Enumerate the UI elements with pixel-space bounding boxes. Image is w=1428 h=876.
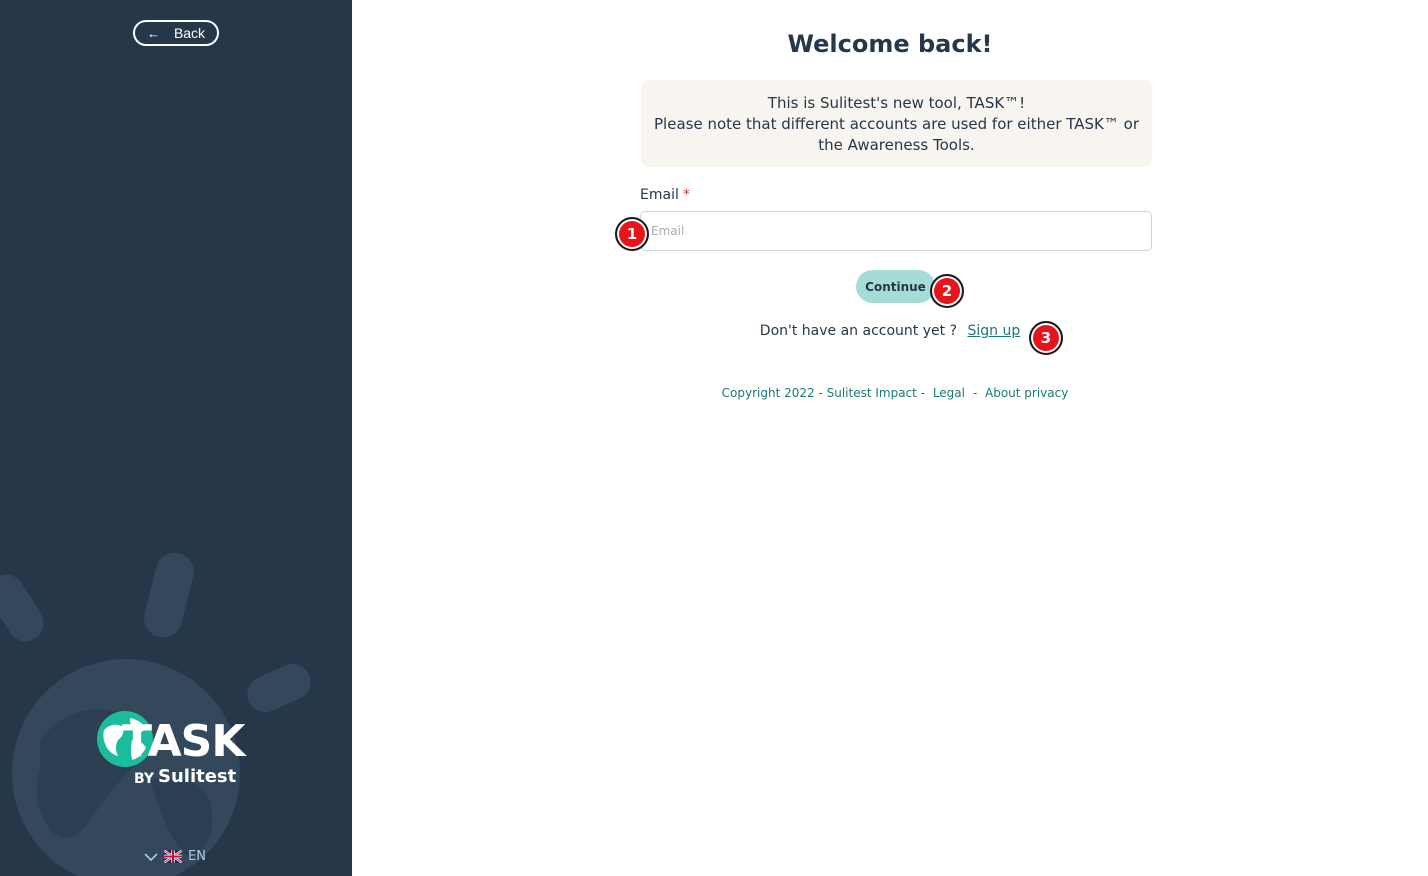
signup-row: Don't have an account yet ? Sign up: [352, 323, 1428, 339]
notice-line-2: Please note that different accounts are …: [654, 115, 1139, 154]
continue-button[interactable]: Continue: [856, 270, 935, 303]
required-mark: *: [682, 187, 690, 203]
language-code: EN: [188, 849, 206, 864]
logo-wordmark: TASK: [122, 716, 245, 767]
back-button[interactable]: ← Back: [133, 20, 219, 46]
notice-line-1: This is Sulitest's new tool, TASK™!: [767, 94, 1026, 112]
uk-flag-icon: [164, 850, 182, 863]
footer-separator: -: [972, 386, 978, 400]
chevron-down-icon: [144, 852, 158, 861]
marker-3: 3: [1029, 321, 1063, 355]
footer: Copyright 2022 - Sulitest Impact - Legal…: [352, 386, 1428, 400]
sidebar: ← Back TASK BY Sulitest EN: [0, 0, 352, 876]
language-selector[interactable]: EN: [144, 849, 206, 864]
email-label-text: Email: [640, 187, 679, 203]
back-label: Back: [173, 25, 206, 41]
footer-privacy-link[interactable]: About privacy: [985, 386, 1068, 400]
marker-1: 1: [615, 217, 649, 251]
logo-by: BY: [134, 771, 155, 787]
email-label: Email *: [640, 187, 690, 203]
arrow-left-icon: ←: [146, 25, 160, 41]
signup-link[interactable]: Sign up: [967, 323, 1020, 339]
info-notice: This is Sulitest's new tool, TASK™! Plea…: [641, 80, 1152, 167]
email-input[interactable]: [640, 211, 1152, 251]
footer-copyright: Copyright 2022 - Sulitest Impact -: [721, 386, 925, 400]
page-title: Welcome back!: [787, 30, 993, 58]
signup-prompt: Don't have an account yet ?: [759, 323, 957, 339]
task-logo: TASK BY Sulitest: [96, 708, 266, 793]
footer-legal-link[interactable]: Legal: [933, 386, 965, 400]
logo-brand: Sulitest: [158, 766, 237, 787]
marker-2: 2: [930, 274, 964, 308]
